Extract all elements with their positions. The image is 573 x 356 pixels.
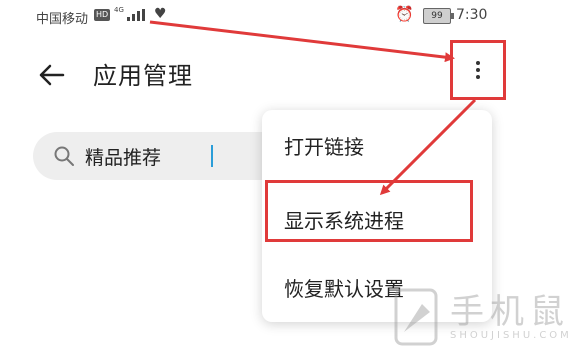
status-bar: 中国移动 HD 4G ♥ ⏰ 99 7:30: [0, 0, 573, 36]
menu-item-open-link[interactable]: 打开链接: [262, 118, 492, 168]
heart-icon: ♥: [154, 6, 167, 22]
menu-item-label: 恢复默认设置: [284, 277, 404, 301]
network-type-label: 4G: [114, 6, 124, 14]
search-icon: [54, 146, 74, 166]
back-arrow-icon[interactable]: [36, 60, 66, 90]
watermark-text: 手机鼠: [450, 292, 570, 332]
battery-icon: 99: [423, 8, 454, 24]
carrier-label: 中国移动: [36, 12, 89, 27]
hd-badge: HD: [94, 9, 111, 21]
menu-item-highlight-box: [265, 180, 473, 242]
battery-level: 99: [431, 11, 443, 21]
clock-time: 7:30: [456, 7, 488, 23]
page-title: 应用管理: [93, 62, 193, 90]
menu-item-label: 打开链接: [284, 135, 364, 159]
alarm-icon: ⏰: [395, 5, 414, 23]
text-caret: [211, 145, 213, 167]
more-options-icon[interactable]: [470, 58, 486, 88]
watermark-logo-icon: [394, 288, 438, 346]
watermark: 手机鼠 SHOUJISHU.COM: [392, 284, 572, 356]
watermark-subtext: SHOUJISHU.COM: [450, 330, 572, 341]
signal-icon: [127, 9, 145, 21]
